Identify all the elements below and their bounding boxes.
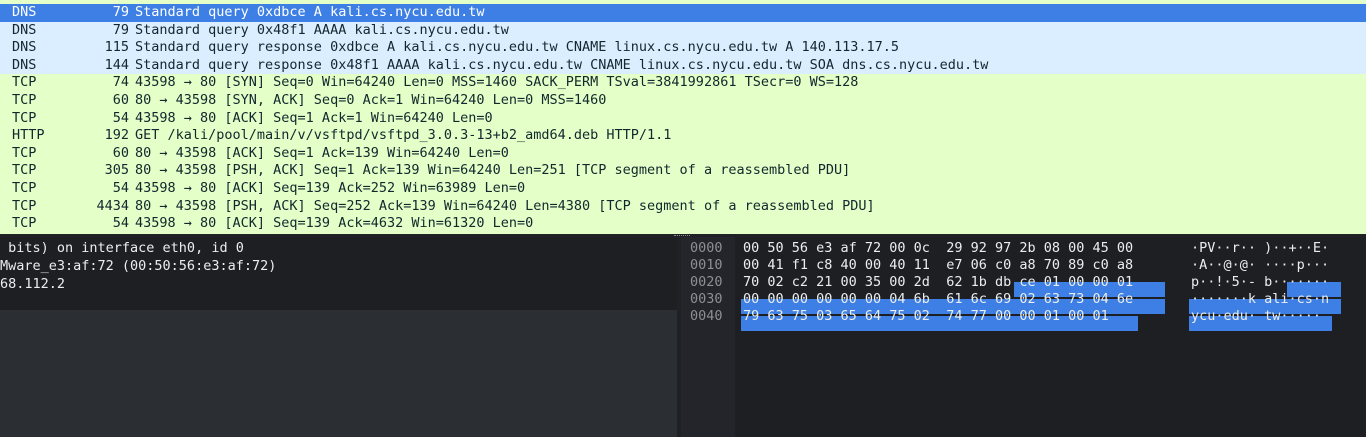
byte-offset: 0000 (690, 240, 723, 256)
packet-length: 79 (112, 21, 129, 38)
packet-info: 80 → 43598 [ACK] Seq=1 Ack=139 Win=64240… (135, 144, 509, 161)
packet-row[interactable]: TCP 305 80 → 43598 [PSH, ACK] Seq=1 Ack=13… (0, 162, 1366, 180)
packet-length: 60 (112, 91, 129, 108)
packet-protocol: TCP (12, 215, 37, 232)
packet-protocol: DNS (12, 21, 37, 38)
packet-protocol: DNS (12, 4, 37, 20)
packet-info: 43598 → 80 [ACK] Seq=139 Ack=4632 Win=61… (135, 215, 534, 232)
packet-length: 192 (104, 127, 129, 144)
packet-row[interactable]: TCP 54 43598 → 80 [ACK] Seq=1 Ack=1 Win=64… (0, 109, 1366, 128)
packet-info: Standard query response 0xdbce A kali.cs… (135, 39, 900, 56)
packet-length: 60 (112, 144, 129, 161)
packet-protocol: TCP (12, 74, 37, 91)
packet-protocol: TCP (12, 179, 37, 196)
packet-bytes-pane[interactable]: 0000 00 50 56 e3 af 72 00 0c 29 92 97 2b… (681, 237, 1366, 437)
ascii-bytes-row[interactable]: p··!·5·- b······· (1191, 274, 1329, 291)
packet-row[interactable]: TCP 74 43598 → 80 [SYN] Seq=0 Win=64240 Le… (0, 74, 1366, 92)
packet-row[interactable]: TCP 54 43598 → 80 [ACK] Seq=139 Ack=4632 W… (0, 215, 1366, 233)
packet-protocol: DNS (12, 56, 37, 73)
packet-info: 43598 → 80 [ACK] Seq=1 Ack=1 Win=64240 L… (135, 109, 493, 126)
packet-info: 80 → 43598 [PSH, ACK] Seq=1 Ack=139 Win=… (135, 162, 851, 179)
packet-details-pane[interactable]: bits) on interface eth0, id 0 Mware_e3:a… (0, 237, 677, 437)
packet-info: GET /kali/pool/main/v/vsftpd/vsftpd_3.0.… (135, 127, 672, 144)
packet-info: Standard query 0x48f1 AAAA kali.cs.nycu.… (135, 21, 509, 38)
packet-info: 80 → 43598 [SYN, ACK] Seq=0 Ack=1 Win=64… (135, 91, 607, 108)
packet-row[interactable]: DNS 144 Standard query response 0x48f1 AAA… (0, 56, 1366, 75)
packet-protocol: DNS (12, 39, 37, 56)
ascii-bytes-row[interactable]: ycu·edu· tw····· (1191, 308, 1321, 325)
ascii-bytes-row[interactable]: ·······k ali·cs·n (1191, 291, 1329, 308)
byte-offset: 0040 (690, 308, 723, 324)
byte-offset: 0030 (690, 291, 723, 307)
packet-row[interactable]: DNS 115 Standard query response 0xdbce A k… (0, 39, 1366, 57)
byte-offset: 0020 (690, 274, 723, 290)
details-ip-line[interactable]: 68.112.2 (0, 275, 65, 293)
hex-bytes-row[interactable]: 00 50 56 e3 af 72 00 0c 29 92 97 2b 08 0… (743, 240, 1133, 257)
ascii-bytes-row[interactable]: ·PV··r·· )··+··E· (1191, 240, 1329, 257)
packet-list[interactable]: DNS 79 Standard query 0xdbce A kali.cs.nyc… (0, 0, 1366, 234)
packet-length: 305 (104, 162, 129, 179)
packet-length: 144 (104, 56, 129, 73)
details-ethernet-line[interactable]: Mware_e3:af:72 (00:50:56:e3:af:72) (0, 257, 276, 275)
hex-bytes-row[interactable]: 79 63 75 03 65 64 75 02 74 77 00 00 01 0… (743, 308, 1109, 325)
byte-offset: 0010 (690, 257, 723, 273)
packet-protocol: TCP (12, 109, 37, 126)
packet-protocol: TCP (12, 144, 37, 161)
packet-protocol: HTTP (12, 127, 45, 144)
packet-info: 43598 → 80 [ACK] Seq=139 Ack=252 Win=639… (135, 179, 526, 196)
packet-length: 74 (112, 74, 129, 91)
packet-row[interactable]: DNS 79 Standard query 0x48f1 AAAA kali.cs.… (0, 21, 1366, 40)
packet-info: 80 → 43598 [PSH, ACK] Seq=252 Ack=139 Wi… (135, 197, 875, 214)
hex-bytes-row[interactable]: 70 02 c2 21 00 35 00 2d 62 1b db ce 01 0… (743, 274, 1133, 291)
packet-row[interactable]: TCP 60 80 → 43598 [ACK] Seq=1 Ack=139 Win=… (0, 144, 1366, 163)
packet-protocol: TCP (12, 197, 37, 214)
packet-info: Standard query response 0x48f1 AAAA kali… (135, 56, 989, 73)
packet-length: 115 (104, 39, 129, 56)
packet-info: Standard query 0xdbce A kali.cs.nycu.edu… (135, 4, 485, 20)
packet-row[interactable]: TCP 60 80 → 43598 [SYN, ACK] Seq=0 Ack=1 W… (0, 91, 1366, 110)
packet-protocol: TCP (12, 162, 37, 179)
details-frame-line[interactable]: bits) on interface eth0, id 0 (0, 239, 244, 257)
packet-protocol: TCP (12, 91, 37, 108)
ascii-bytes-row[interactable]: ·A··@·@· ····p··· (1191, 257, 1329, 274)
hex-bytes-row[interactable]: 00 00 00 00 00 00 04 6b 61 6c 69 02 63 7… (743, 291, 1133, 308)
packet-length: 4434 (96, 197, 129, 214)
packet-length: 54 (112, 179, 129, 196)
packet-row[interactable]: DNS 79 Standard query 0xdbce A kali.cs.nyc… (0, 4, 1366, 22)
packet-rows: DNS 79 Standard query 0xdbce A kali.cs.nyc… (0, 4, 1366, 233)
packet-row[interactable]: HTTP 192 GET /kali/pool/main/v/vsftpd/vsft… (0, 127, 1366, 145)
hex-bytes-row[interactable]: 00 41 f1 c8 40 00 40 11 e7 06 c0 a8 70 8… (743, 257, 1133, 274)
packet-row[interactable]: TCP 4434 80 → 43598 [PSH, ACK] Seq=252 Ack… (0, 197, 1366, 216)
packet-row[interactable]: TCP 54 43598 → 80 [ACK] Seq=139 Ack=252 Wi… (0, 179, 1366, 198)
packet-info: 43598 → 80 [SYN] Seq=0 Win=64240 Len=0 M… (135, 74, 859, 91)
packet-length: 54 (112, 215, 129, 232)
packet-length: 79 (112, 4, 129, 20)
packet-length: 54 (112, 109, 129, 126)
